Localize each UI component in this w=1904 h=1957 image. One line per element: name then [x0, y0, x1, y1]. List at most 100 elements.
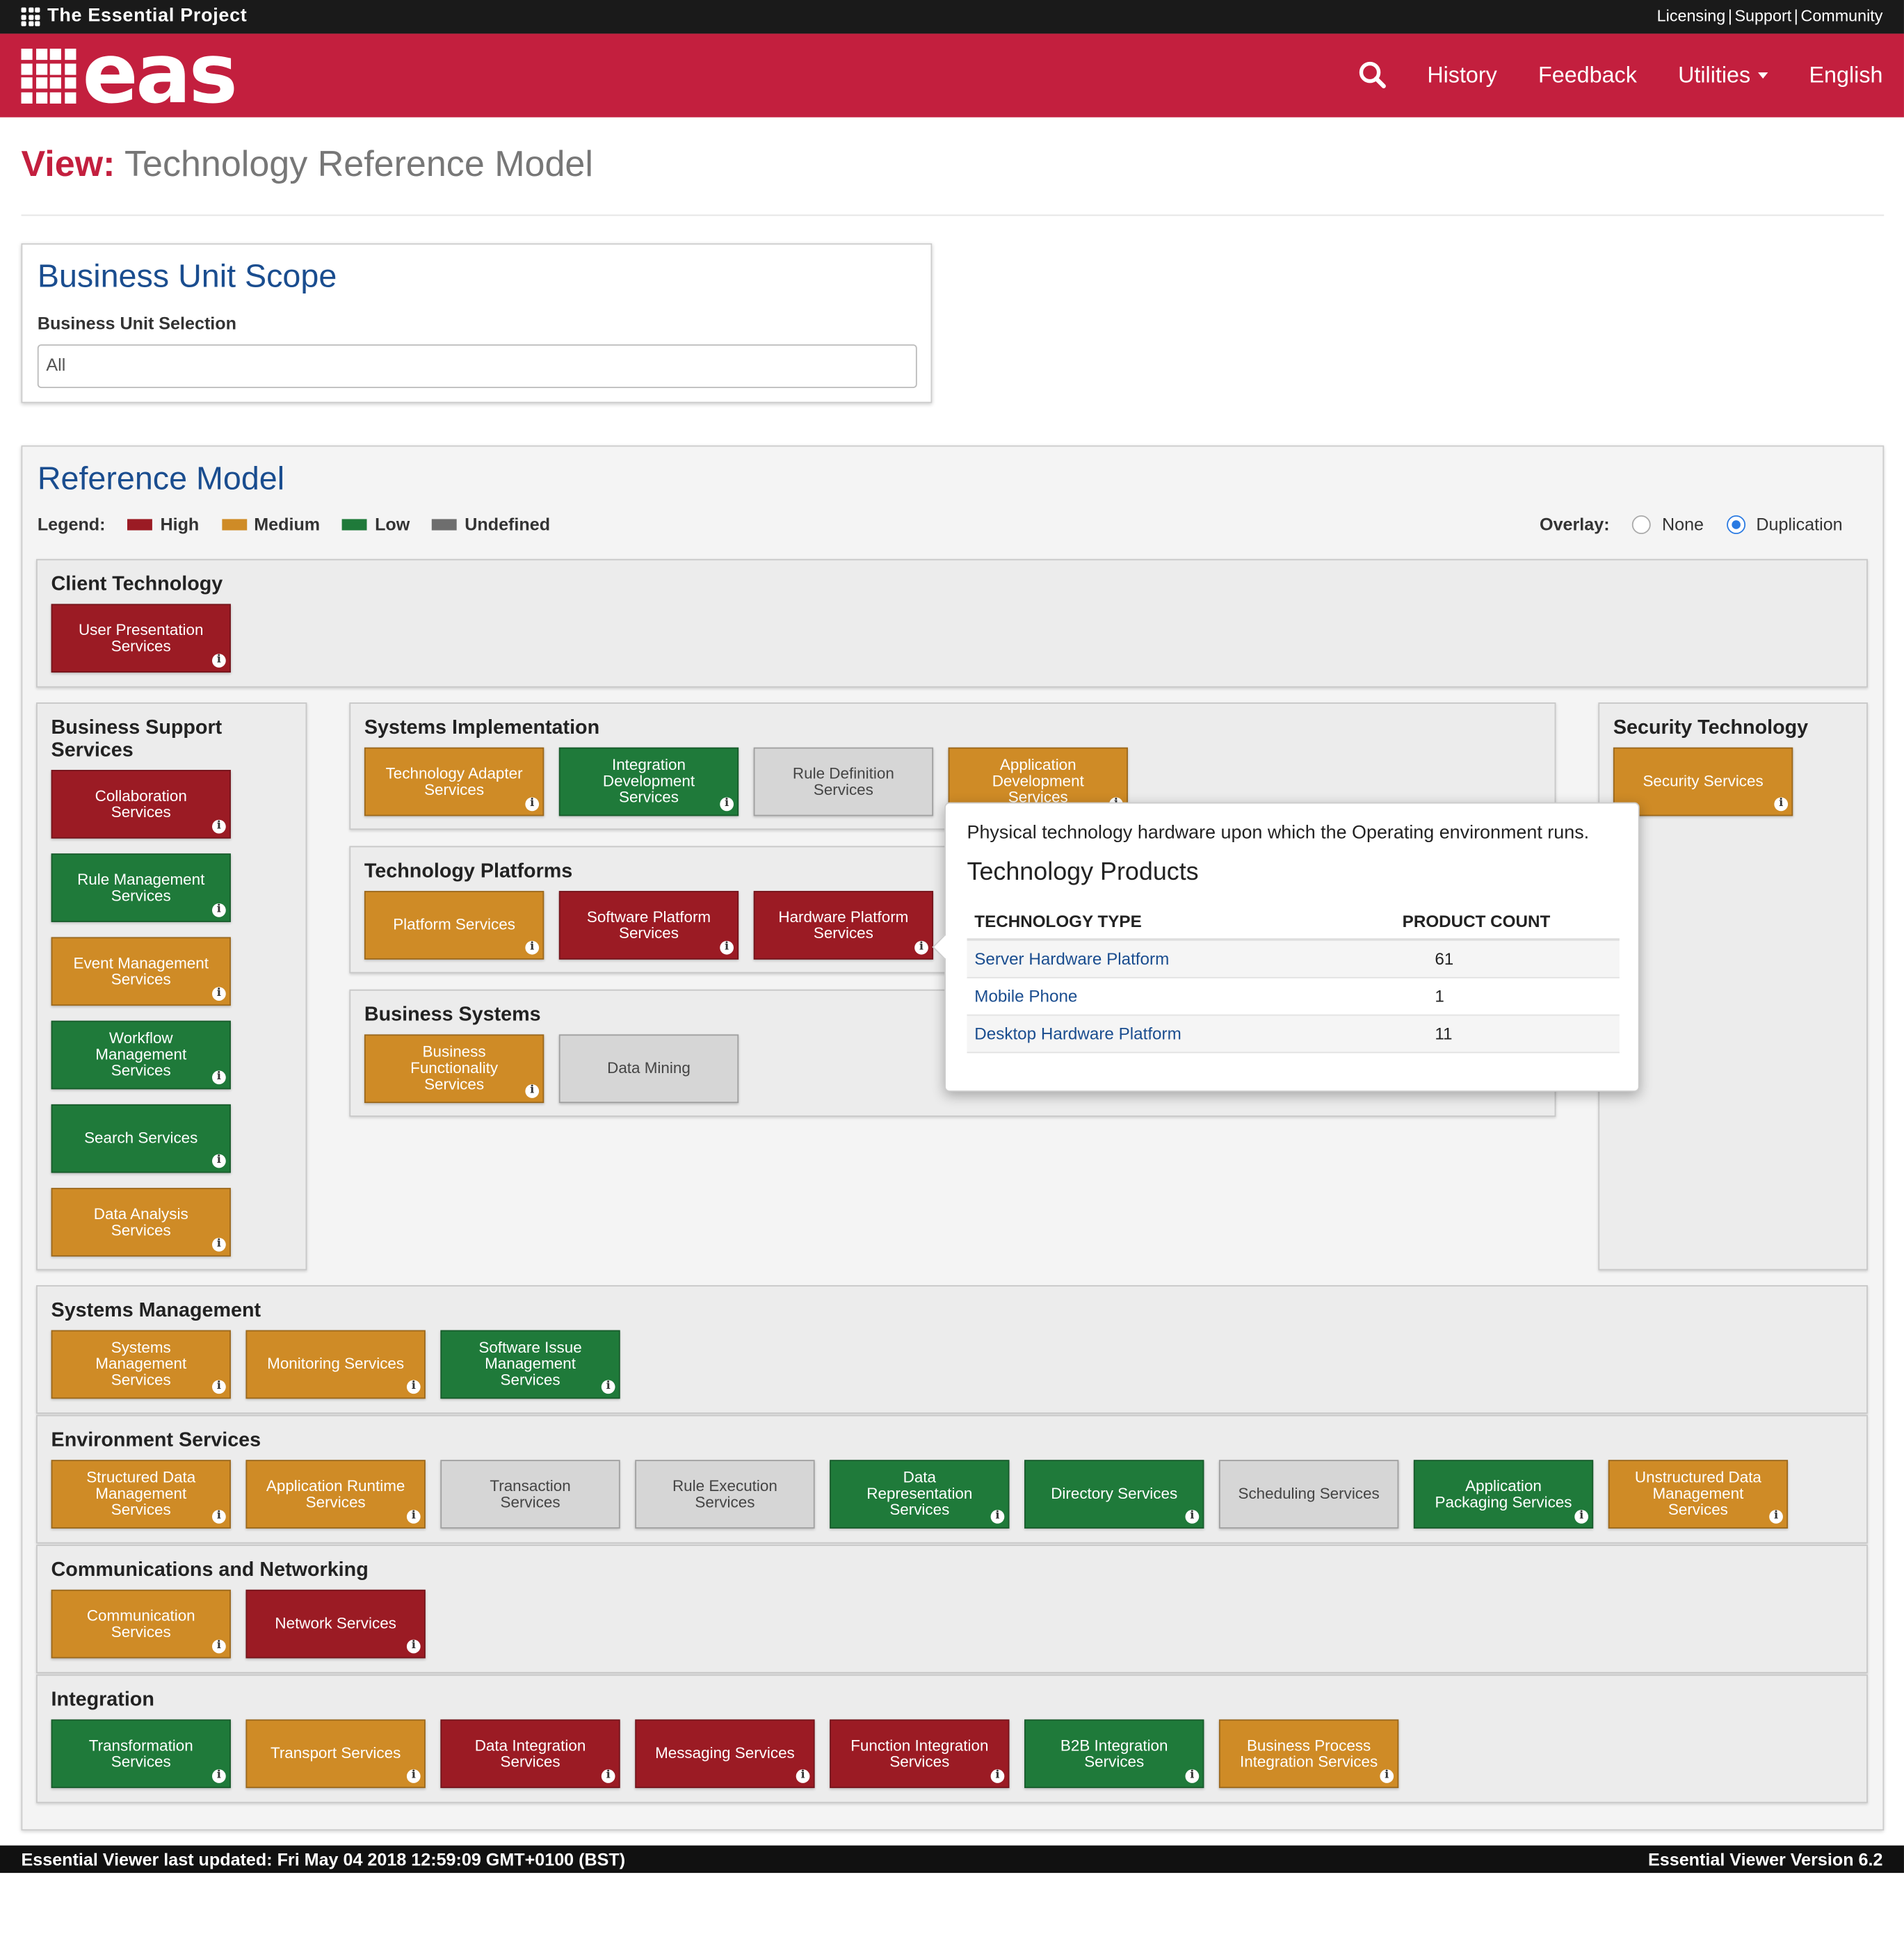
support-link[interactable]: Support — [1734, 6, 1791, 25]
tile-label: Data Integration Services — [474, 1736, 586, 1771]
nav-language[interactable]: English — [1809, 62, 1883, 88]
info-icon[interactable]: i — [406, 1769, 421, 1783]
info-icon[interactable]: i — [601, 1769, 615, 1783]
tile-business-functionality-services[interactable]: Business Functionality Services i — [364, 1034, 544, 1104]
info-icon[interactable]: i — [1380, 1769, 1394, 1783]
info-icon[interactable]: i — [1185, 1769, 1200, 1783]
tile-scheduling-services[interactable]: Scheduling Services — [1218, 1460, 1399, 1529]
info-icon[interactable]: i — [212, 1769, 226, 1783]
table-row: Server Hardware Platform 61 — [967, 940, 1620, 978]
tile-rule-execution-services[interactable]: Rule Execution Services — [635, 1460, 815, 1529]
info-icon[interactable]: i — [212, 1154, 226, 1168]
tile-event-management-services[interactable]: Event Management Services i — [51, 937, 231, 1006]
tile-application-packaging-services[interactable]: Application Packaging Services i — [1413, 1460, 1594, 1529]
info-icon[interactable]: i — [1185, 1509, 1200, 1524]
tile-label: Transformation Services — [88, 1736, 193, 1771]
overlay-none-label[interactable]: None — [1662, 514, 1704, 534]
info-icon[interactable]: i — [212, 1237, 226, 1252]
tile-technology-adapter-services[interactable]: Technology Adapter Services i — [364, 747, 544, 816]
tile-application-runtime-services[interactable]: Application Runtime Services i — [245, 1460, 426, 1529]
tile-rule-management-services[interactable]: Rule Management Services i — [51, 853, 231, 922]
tile-user-presentation-services[interactable]: User Presentation Services i — [51, 604, 231, 673]
info-icon[interactable]: i — [1774, 797, 1789, 812]
tile-network-services[interactable]: Network Services i — [245, 1589, 426, 1659]
tile-transaction-services[interactable]: Transaction Services — [440, 1460, 620, 1529]
info-icon[interactable]: i — [525, 1084, 540, 1098]
tile-search-services[interactable]: Search Services i — [51, 1104, 231, 1173]
tile-monitoring-services[interactable]: Monitoring Services i — [245, 1330, 426, 1399]
group-title: Security Technology — [1613, 717, 1809, 739]
tile-software-platform-services[interactable]: Software Platform Services i — [558, 891, 739, 960]
info-icon[interactable]: i — [406, 1639, 421, 1654]
tile-integration-development-services[interactable]: Integration Development Services i — [558, 747, 739, 816]
tile-transformation-services[interactable]: Transformation Services i — [51, 1719, 231, 1789]
nav-utilities[interactable]: Utilities — [1678, 62, 1768, 88]
apps-grid-icon[interactable] — [21, 7, 40, 26]
search-icon[interactable] — [1359, 61, 1386, 88]
info-icon[interactable]: i — [525, 797, 540, 812]
info-icon[interactable]: i — [914, 940, 928, 955]
info-icon[interactable]: i — [525, 940, 540, 955]
tile-hardware-platform-services[interactable]: Hardware Platform Services i — [753, 891, 934, 960]
nav-history[interactable]: History — [1427, 62, 1497, 88]
info-icon[interactable]: i — [212, 903, 226, 917]
tile-data-analysis-services[interactable]: Data Analysis Services i — [51, 1188, 231, 1257]
info-icon[interactable]: i — [212, 1639, 226, 1654]
licensing-link[interactable]: Licensing — [1657, 6, 1726, 25]
tile-label: Rule Definition Services — [792, 764, 894, 798]
info-icon[interactable]: i — [720, 940, 734, 955]
overlay-none-radio[interactable] — [1631, 515, 1651, 534]
overlay-duplication-label[interactable]: Duplication — [1756, 514, 1842, 534]
tile-business-process-integration-services[interactable]: Business Process Integration Services i — [1218, 1719, 1399, 1789]
tile-security-services[interactable]: Security Services i — [1613, 747, 1793, 816]
nav-feedback[interactable]: Feedback — [1538, 62, 1637, 88]
tile-b2b-integration-services[interactable]: B2B Integration Services i — [1024, 1719, 1204, 1789]
community-link[interactable]: Community — [1800, 6, 1882, 25]
logo-text[interactable]: eas — [82, 26, 238, 122]
overlay-duplication-radio[interactable] — [1726, 515, 1745, 534]
info-icon[interactable]: i — [990, 1769, 1005, 1783]
group-environment-services: Environment Services Structured Data Man… — [36, 1415, 1868, 1544]
tile-structured-data-management-services[interactable]: Structured Data Management Services i — [51, 1460, 231, 1529]
tile-data-mining[interactable]: Data Mining — [558, 1034, 739, 1104]
info-icon[interactable]: i — [212, 819, 226, 834]
tile-unstructured-data-management-services[interactable]: Unstructured Data Management Services i — [1608, 1460, 1789, 1529]
info-icon[interactable]: i — [212, 654, 226, 668]
tile-communication-services[interactable]: Communication Services i — [51, 1589, 231, 1659]
info-icon[interactable]: i — [1769, 1509, 1783, 1524]
overlay-label: Overlay: — [1540, 514, 1610, 534]
tile-label: Application Runtime Services — [266, 1476, 405, 1511]
technology-products-table: TECHNOLOGY TYPE PRODUCT COUNT Server Har… — [967, 903, 1620, 1054]
tile-data-integration-services[interactable]: Data Integration Services i — [440, 1719, 620, 1789]
info-icon[interactable]: i — [212, 1070, 226, 1085]
info-icon[interactable]: i — [990, 1509, 1005, 1524]
technology-type-link[interactable]: Desktop Hardware Platform — [974, 1024, 1181, 1043]
tile-workflow-management-services[interactable]: Workflow Management Services i — [51, 1020, 231, 1090]
tile-function-integration-services[interactable]: Function Integration Services i — [830, 1719, 1010, 1789]
logo-grid-icon[interactable] — [21, 48, 76, 104]
tile-label: Integration Development Services — [602, 756, 695, 807]
info-icon[interactable]: i — [720, 797, 734, 812]
info-icon[interactable]: i — [796, 1769, 810, 1783]
product-count: 11 — [1435, 1024, 1453, 1043]
technology-type-link[interactable]: Server Hardware Platform — [974, 949, 1169, 968]
info-icon[interactable]: i — [212, 1380, 226, 1394]
tile-software-issue-management-services[interactable]: Software Issue Management Services i — [440, 1330, 620, 1399]
tile-rule-definition-services[interactable]: Rule Definition Services — [753, 747, 934, 816]
info-icon[interactable]: i — [1574, 1509, 1589, 1524]
tile-collaboration-services[interactable]: Collaboration Services i — [51, 770, 231, 839]
tile-systems-management-services[interactable]: Systems Management Services i — [51, 1330, 231, 1399]
technology-type-link[interactable]: Mobile Phone — [974, 987, 1077, 1006]
info-icon[interactable]: i — [601, 1380, 615, 1394]
business-unit-select[interactable]: All — [37, 344, 917, 388]
tile-transport-services[interactable]: Transport Services i — [245, 1719, 426, 1789]
info-icon[interactable]: i — [406, 1380, 421, 1394]
info-icon[interactable]: i — [212, 987, 226, 1001]
info-icon[interactable]: i — [212, 1509, 226, 1524]
tile-data-representation-services[interactable]: Data Representation Services i — [830, 1460, 1010, 1529]
info-icon[interactable]: i — [406, 1509, 421, 1524]
tile-platform-services[interactable]: Platform Services i — [364, 891, 544, 960]
tile-messaging-services[interactable]: Messaging Services i — [635, 1719, 815, 1789]
tile-label: Hardware Platform Services — [778, 908, 909, 942]
tile-directory-services[interactable]: Directory Services i — [1024, 1460, 1204, 1529]
